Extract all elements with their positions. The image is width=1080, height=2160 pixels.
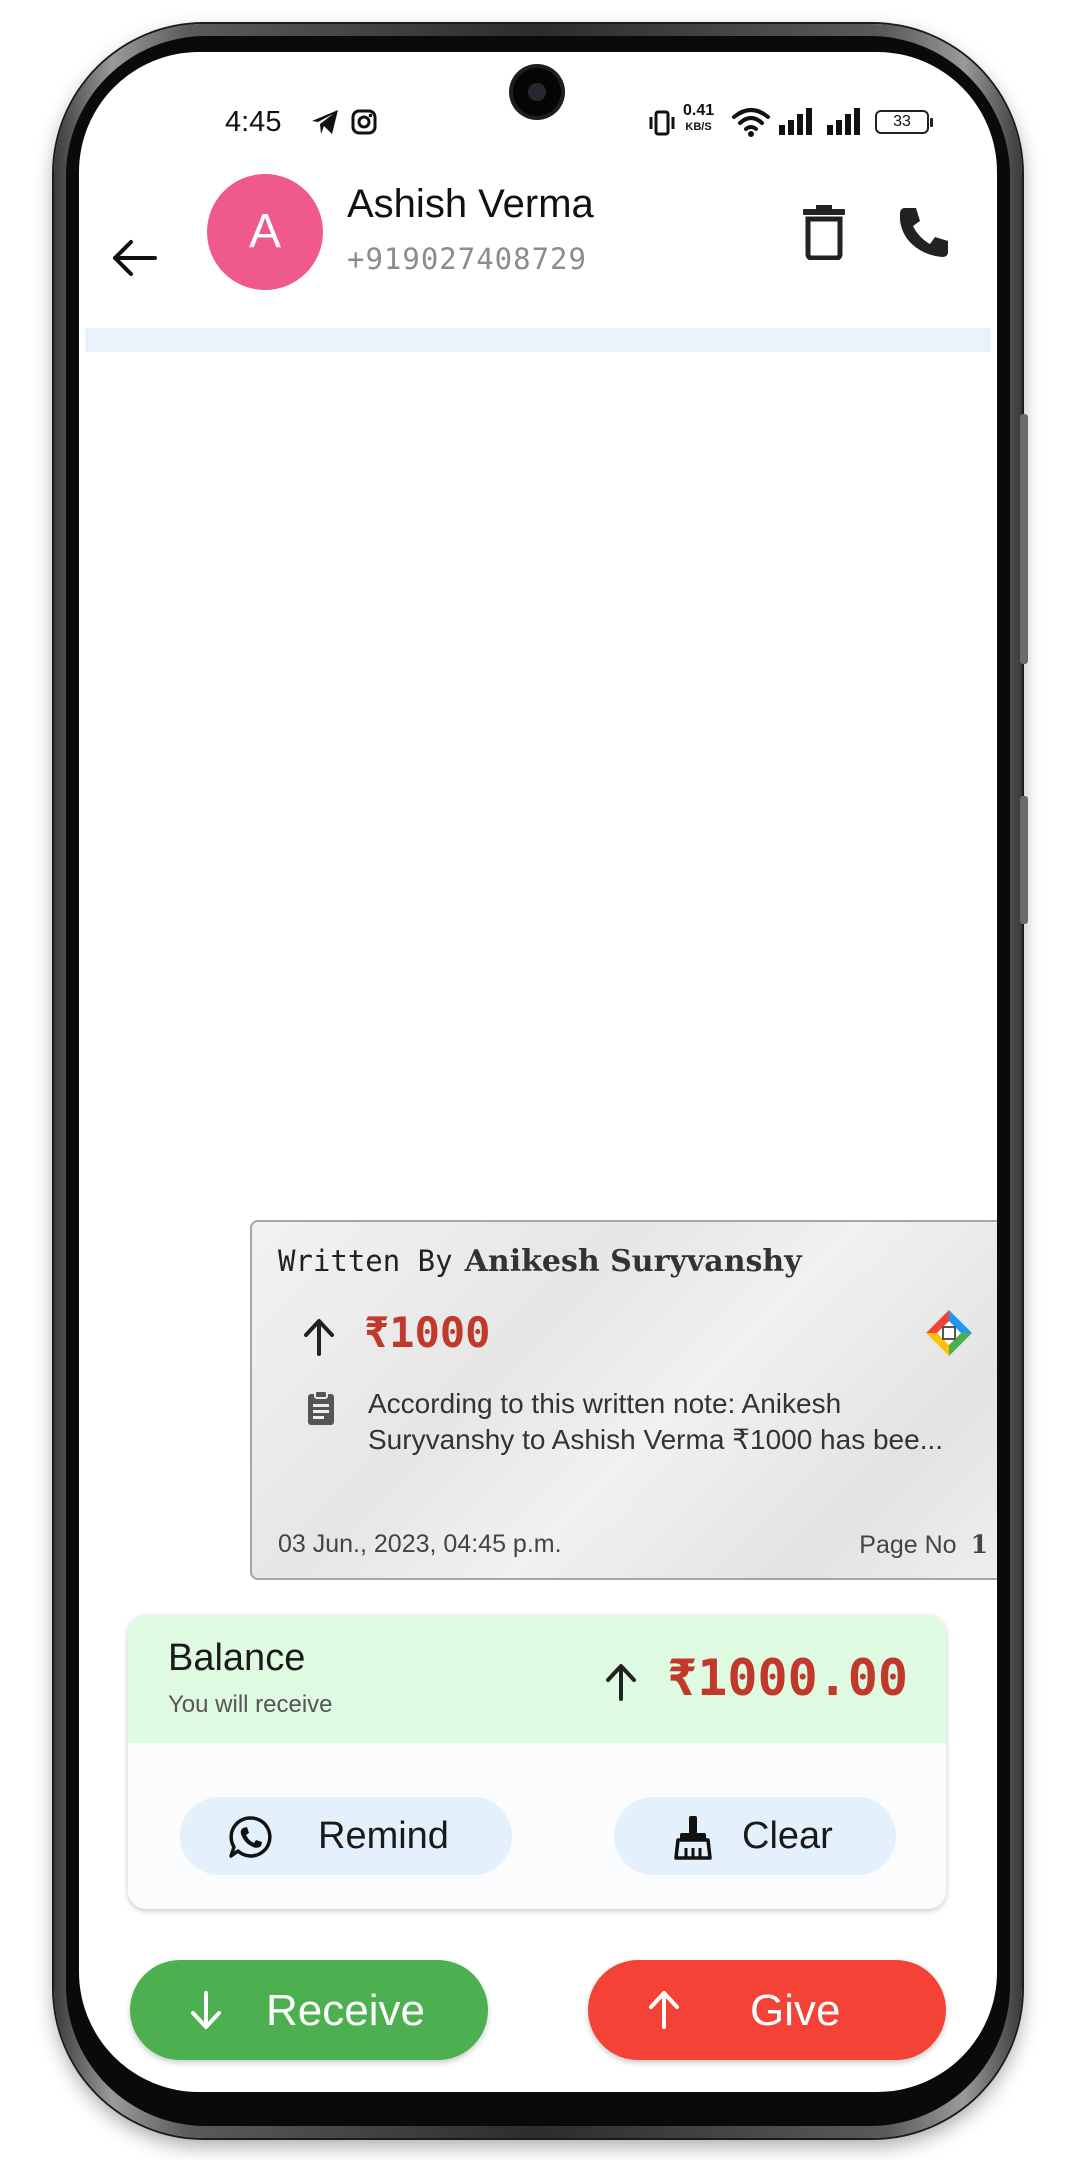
transaction-note: According to this written note: Anikesh … [368, 1388, 944, 1455]
remind-label: Remind [318, 1815, 449, 1857]
arrow-up-icon [304, 1319, 334, 1356]
clear-button[interactable]: Clear [614, 1797, 896, 1875]
phone-power-button [1020, 796, 1028, 924]
transaction-amount: ₹1000 [364, 1308, 491, 1357]
balance-card: Balance You will receive ₹1000.00 Remind [128, 1615, 946, 1909]
broom-icon [674, 1816, 712, 1860]
balance-summary: Balance You will receive ₹1000.00 [128, 1615, 946, 1743]
clipboard-icon [308, 1390, 334, 1425]
balance-label: Balance [168, 1637, 306, 1679]
avatar[interactable]: A [207, 174, 323, 290]
front-camera [513, 68, 561, 116]
page-number-label: Page No [859, 1531, 957, 1559]
written-by-label: Written By [278, 1244, 453, 1278]
arrow-down-icon [191, 1991, 221, 2029]
phone-call-icon[interactable] [897, 204, 951, 260]
arrow-up-icon [649, 1991, 679, 2029]
clear-label: Clear [742, 1815, 833, 1857]
give-button[interactable]: Give [588, 1960, 946, 2060]
delete-icon[interactable] [799, 204, 849, 260]
phone-volume-button [1020, 414, 1028, 664]
whatsapp-icon [229, 1816, 272, 1858]
remind-button[interactable]: Remind [180, 1797, 512, 1875]
page-number: Page No 1 [859, 1530, 988, 1560]
arrow-up-icon [606, 1664, 636, 1701]
contact-phone: +919027408729 [347, 242, 587, 276]
balance-amount: ₹1000.00 [667, 1649, 908, 1707]
contact-name[interactable]: Ashish Verma [347, 182, 594, 227]
transaction-author: Anikesh Suryvanshy [464, 1244, 802, 1279]
header-divider [85, 328, 991, 352]
page-number-value: 1 [970, 1530, 988, 1559]
receive-button[interactable]: Receive [130, 1960, 488, 2060]
transaction-date: 03 Jun., 2023, 04:45 p.m. [278, 1530, 562, 1558]
app-logo-icon [926, 1310, 972, 1356]
back-arrow-icon[interactable] [105, 228, 165, 288]
transaction-card[interactable]: Written By Anikesh Suryvanshy ₹1000 Accor… [250, 1220, 997, 1580]
balance-sublabel: You will receive [168, 1691, 333, 1718]
receive-label: Receive [266, 1986, 425, 2035]
written-by: Written By Anikesh Suryvanshy [278, 1244, 802, 1279]
give-label: Give [750, 1986, 841, 2035]
app-screen: 4:45 0.41 KB/S 33 A Ashish Verma +919027… [79, 52, 997, 2092]
